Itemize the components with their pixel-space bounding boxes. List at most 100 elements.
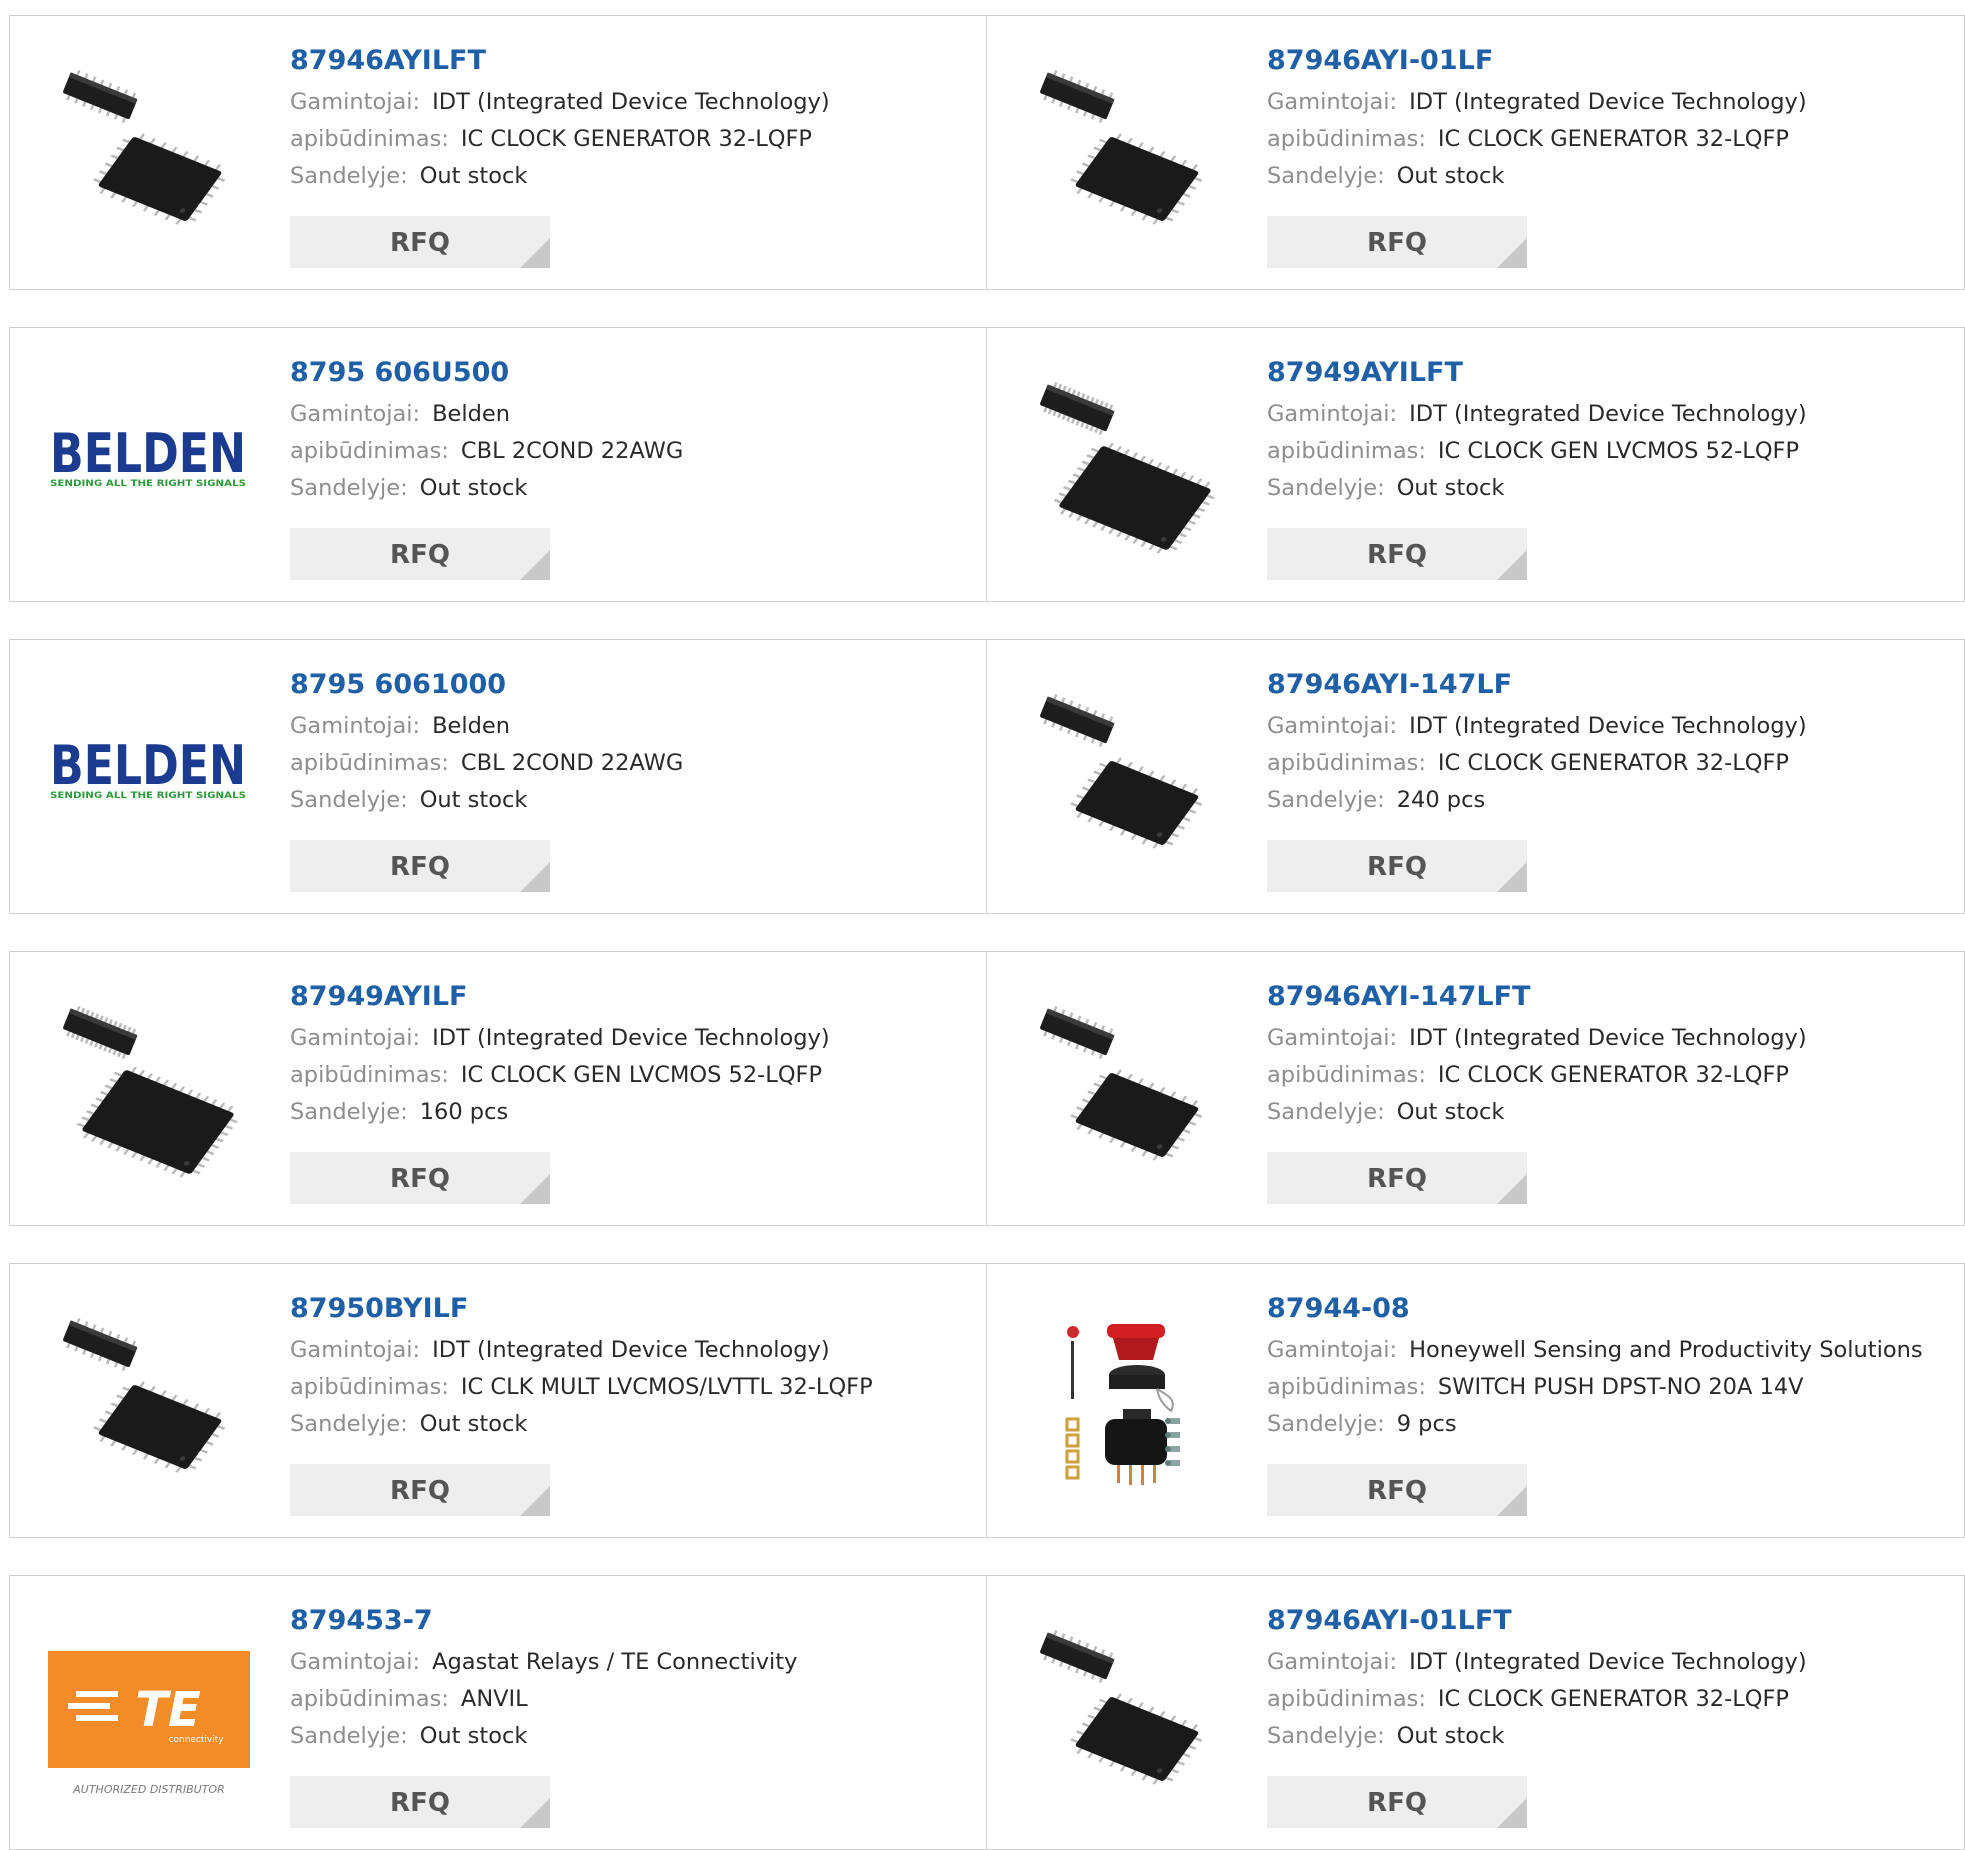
rfq-button[interactable]: RFQ [290,1776,550,1828]
stock-label: Sandelyje: [290,163,408,189]
part-number-link[interactable]: 8795 6061000 [290,668,683,702]
description-value: IC CLOCK GEN LVCMOS 52-LQFP [1437,438,1800,464]
product-info: 87949AYILF Gamintojai: IDT (Integrated De… [290,980,830,1131]
manufacturer-label: Gamintojai: [290,89,421,115]
manufacturer-value: Agastat Relays / TE Connectivity [432,1649,798,1675]
manufacturer-row: Gamintojai: Belden [290,396,683,433]
lqfp-32-chip-icon[interactable] [1025,51,1227,253]
rfq-label: RFQ [390,1476,450,1506]
svg-text:BELDEN: BELDEN [50,422,246,485]
manufacturer-value: IDT (Integrated Device Technology) [1409,1649,1807,1675]
lqfp-32-chip-icon[interactable] [1025,987,1227,1189]
description-label: apibūdinimas: [290,750,449,776]
product-info: 8795 606U500 Gamintojai: Belden apibūdini… [290,356,683,507]
stock-label: Sandelyje: [1267,163,1385,189]
part-number-link[interactable]: 87946AYILFT [290,44,830,78]
part-number-link[interactable]: 87949AYILF [290,980,830,1014]
product-card: 87949AYILFT Gamintojai: IDT (Integrated D… [987,327,1965,602]
rfq-button[interactable]: RFQ [290,1464,550,1516]
belden-logo[interactable]: BELDEN SENDING ALL THE RIGHT SIGNALS [48,675,250,877]
stock-value: Out stock [419,475,528,501]
stock-row: Sandelyje: 9 pcs [1267,1406,1923,1443]
stock-value: Out stock [1396,1723,1505,1749]
rfq-label: RFQ [390,228,450,258]
description-value: IC CLOCK GENERATOR 32-LQFP [1437,750,1790,776]
product-info: 87950BYILF Gamintojai: IDT (Integrated De… [290,1292,873,1443]
stock-row: Sandelyje: Out stock [1267,158,1807,195]
description-row: apibūdinimas: CBL 2COND 22AWG [290,745,683,782]
product-card: 87946AYI-01LF Gamintojai: IDT (Integrated… [987,15,1965,290]
manufacturer-label: Gamintojai: [1267,1337,1398,1363]
description-row: apibūdinimas: IC CLOCK GENERATOR 32-LQFP [1267,1681,1807,1718]
rfq-label: RFQ [1367,852,1427,882]
product-info: 8795 6061000 Gamintojai: Belden apibūdini… [290,668,683,819]
manufacturer-label: Gamintojai: [290,1025,421,1051]
manufacturer-label: Gamintojai: [1267,713,1398,739]
description-value: ANVIL [460,1686,528,1712]
rfq-button[interactable]: RFQ [1267,528,1527,580]
part-number-link[interactable]: 87949AYILFT [1267,356,1807,390]
product-card: 87949AYILF Gamintojai: IDT (Integrated De… [9,951,987,1226]
rfq-button[interactable]: RFQ [290,528,550,580]
description-row: apibūdinimas: IC CLOCK GEN LVCMOS 52-LQFP [1267,433,1807,470]
rfq-button[interactable]: RFQ [1267,1464,1527,1516]
corner-triangle-icon [1497,1798,1527,1828]
product-card: 87950BYILF Gamintojai: IDT (Integrated De… [9,1263,987,1538]
rfq-button[interactable]: RFQ [1267,1776,1527,1828]
belden-logo[interactable]: BELDEN SENDING ALL THE RIGHT SIGNALS [48,363,250,565]
part-number-link[interactable]: 87944-08 [1267,1292,1923,1326]
manufacturer-row: Gamintojai: IDT (Integrated Device Techno… [1267,708,1807,745]
manufacturer-row: Gamintojai: IDT (Integrated Device Techno… [1267,84,1807,121]
part-number-link[interactable]: 879453-7 [290,1604,797,1638]
product-card: 87946AYI-01LFT Gamintojai: IDT (Integrate… [987,1575,1965,1850]
part-number-link[interactable]: 87950BYILF [290,1292,873,1326]
description-value: CBL 2COND 22AWG [460,438,684,464]
stock-value: 240 pcs [1396,787,1486,813]
lqfp-32-chip-icon[interactable] [1025,1611,1227,1813]
description-row: apibūdinimas: IC CLOCK GENERATOR 32-LQFP [1267,121,1807,158]
product-info: 87946AYI-147LF Gamintojai: IDT (Integrate… [1267,668,1807,819]
description-value: IC CLK MULT LVCMOS/LVTTL 32-LQFP [460,1374,873,1400]
description-row: apibūdinimas: ANVIL [290,1681,797,1718]
part-number-link[interactable]: 87946AYI-01LFT [1267,1604,1807,1638]
push-switch-icon[interactable] [1025,1299,1227,1501]
stock-label: Sandelyje: [290,787,408,813]
lqfp-52-chip-icon[interactable] [48,987,250,1189]
svg-text:SENDING ALL THE RIGHT SIGNALS: SENDING ALL THE RIGHT SIGNALS [50,791,246,801]
product-info: 87946AYI-147LFT Gamintojai: IDT (Integrat… [1267,980,1807,1131]
rfq-button[interactable]: RFQ [1267,216,1527,268]
stock-value: 160 pcs [419,1099,509,1125]
corner-triangle-icon [520,1486,550,1516]
stock-value: Out stock [1396,163,1505,189]
manufacturer-value: IDT (Integrated Device Technology) [432,1025,830,1051]
rfq-button[interactable]: RFQ [290,1152,550,1204]
stock-value: Out stock [1396,1099,1505,1125]
lqfp-32-chip-icon[interactable] [48,1299,250,1501]
part-number-link[interactable]: 8795 606U500 [290,356,683,390]
manufacturer-value: Belden [432,713,511,739]
part-number-link[interactable]: 87946AYI-01LF [1267,44,1807,78]
corner-triangle-icon [1497,1486,1527,1516]
lqfp-32-chip-icon[interactable] [48,51,250,253]
part-number-link[interactable]: 87946AYI-147LFT [1267,980,1807,1014]
stock-row: Sandelyje: Out stock [1267,1094,1807,1131]
rfq-button[interactable]: RFQ [290,216,550,268]
corner-triangle-icon [1497,238,1527,268]
te-connectivity-logo[interactable]: TE connectivity AUTHORIZED DISTRIBUTOR [48,1611,250,1813]
rfq-button[interactable]: RFQ [1267,840,1527,892]
description-label: apibūdinimas: [290,438,449,464]
rfq-button[interactable]: RFQ [290,840,550,892]
description-row: apibūdinimas: IC CLK MULT LVCMOS/LVTTL 32… [290,1369,873,1406]
svg-text:AUTHORIZED DISTRIBUTOR: AUTHORIZED DISTRIBUTOR [72,1783,225,1796]
lqfp-52-chip-icon[interactable] [1025,363,1227,565]
manufacturer-label: Gamintojai: [1267,1649,1398,1675]
description-label: apibūdinimas: [290,126,449,152]
rfq-button[interactable]: RFQ [1267,1152,1527,1204]
stock-label: Sandelyje: [1267,475,1385,501]
svg-text:connectivity: connectivity [168,1735,224,1745]
lqfp-32-chip-icon[interactable] [1025,675,1227,877]
stock-row: Sandelyje: Out stock [290,1718,797,1755]
corner-triangle-icon [1497,1174,1527,1204]
stock-row: Sandelyje: Out stock [1267,470,1807,507]
part-number-link[interactable]: 87946AYI-147LF [1267,668,1807,702]
